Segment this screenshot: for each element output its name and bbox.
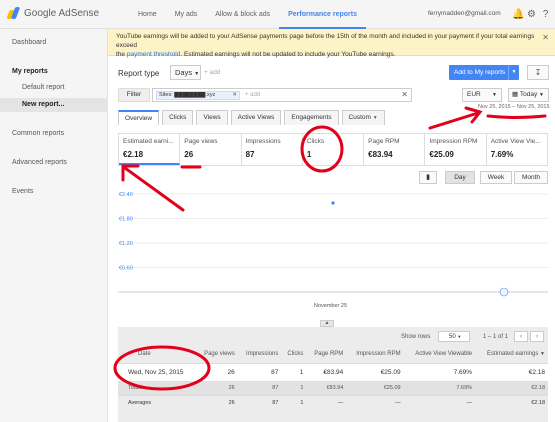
filter-input[interactable]: Sites: ████████.xyz ✕ + add ✕: [152, 88, 412, 102]
chevron-down-icon[interactable]: ▼: [508, 65, 519, 80]
data-point[interactable]: [331, 201, 335, 205]
add-dimension-link[interactable]: + add: [204, 69, 220, 76]
tab-views[interactable]: Views: [196, 110, 228, 125]
filter-add-link[interactable]: + add: [245, 92, 260, 98]
collapse-chart-icon[interactable]: ▲: [320, 320, 334, 327]
pager-text: 1 – 1 of 1: [483, 334, 509, 340]
col-estimated-earnings[interactable]: Estimated earnings ▼: [475, 346, 548, 363]
metric-scorecards: Estimated earni... €2.18 Page views 26 Imp…: [118, 133, 548, 166]
report-type-label: Report type: [118, 69, 160, 78]
x-tick-label: November 25: [314, 303, 348, 309]
nav-my-ads[interactable]: My ads: [166, 0, 207, 29]
close-icon[interactable]: ✕: [542, 33, 549, 42]
annotation-icon[interactable]: ▮: [419, 171, 437, 184]
underline-date-range: [486, 114, 547, 119]
adsense-logo-icon: [6, 7, 21, 19]
clear-filter-icon[interactable]: ✕: [401, 90, 408, 99]
sidebar-item-new-report[interactable]: New report...: [0, 98, 108, 112]
report-table: Date Page views Impressions Clicks Page …: [118, 346, 548, 411]
col-impression-rpm[interactable]: Impression RPM: [346, 346, 404, 363]
metric-tabs: Overview Clicks Views Active Views Engag…: [118, 110, 385, 125]
date-range-select[interactable]: ▦ Today ▼: [508, 88, 549, 102]
metric-active-view-viewable[interactable]: Active View Vie... 7.69%: [487, 134, 547, 165]
date-range-text: Nov 25, 2015 – Nov 25, 2015: [478, 104, 550, 110]
filter-button[interactable]: Filter: [118, 88, 150, 102]
show-rows-label: Show rows: [401, 334, 431, 340]
remove-chip-icon[interactable]: ✕: [232, 92, 237, 99]
prev-page-icon[interactable]: ‹: [514, 331, 528, 342]
granularity-week[interactable]: Week: [480, 171, 512, 184]
nav-allow-block-ads[interactable]: Allow & block ads: [206, 0, 279, 29]
col-impressions[interactable]: Impressions: [237, 346, 282, 363]
brand-name: Google AdSense: [24, 7, 100, 19]
granularity-day[interactable]: Day: [445, 171, 475, 184]
y-tick-label: €2.40: [119, 192, 133, 198]
gear-icon[interactable]: ⚙: [526, 9, 537, 20]
filter-chip-sites[interactable]: Sites: ████████.xyz ✕: [156, 91, 240, 100]
banner-line-2: the payment threshold. Estimated earning…: [116, 51, 396, 58]
nav-home[interactable]: Home: [129, 0, 166, 29]
arrow-date-head: [464, 106, 483, 124]
adsense-logo[interactable]: Google AdSense: [6, 7, 100, 19]
top-bar: Google AdSense Home My ads Allow & block…: [0, 0, 555, 29]
download-icon[interactable]: ↧: [527, 65, 549, 80]
col-date[interactable]: Date: [118, 346, 196, 363]
sidebar-item-common-reports[interactable]: Common reports: [12, 130, 64, 137]
metric-impression-rpm[interactable]: Impression RPM €25.09: [425, 134, 487, 165]
granularity-month[interactable]: Month: [514, 171, 548, 184]
sidebar-item-events[interactable]: Events: [12, 188, 33, 195]
tab-custom[interactable]: Custom ▼: [341, 110, 385, 125]
payment-threshold-link[interactable]: payment threshold: [127, 51, 180, 58]
metric-impressions[interactable]: Impressions 87: [242, 134, 303, 165]
col-page-rpm[interactable]: Page RPM: [306, 346, 347, 363]
table-row: Wed, Nov 25, 2015 26 87 1 €83.94 €25.09 …: [118, 362, 548, 381]
tab-clicks[interactable]: Clicks: [162, 110, 194, 125]
col-page-views[interactable]: Page views: [196, 346, 238, 363]
sidebar-item-dashboard[interactable]: Dashboard: [12, 39, 46, 46]
youtube-earnings-banner: YouTube earnings will be added to your A…: [108, 29, 555, 58]
metric-page-views[interactable]: Page views 26: [180, 134, 242, 165]
y-tick-label: €1.20: [119, 241, 133, 247]
sidebar-item-default-report[interactable]: Default report: [0, 81, 108, 95]
sidebar-item-my-reports[interactable]: My reports: [12, 68, 48, 75]
next-page-icon[interactable]: ›: [530, 331, 544, 342]
y-tick-label: €1.80: [119, 217, 133, 223]
calendar-icon: ▦: [512, 91, 519, 98]
account-email[interactable]: ferrymadden@gmail.com: [428, 10, 501, 17]
earnings-chart: €2.40 €1.80 €1.20 €0.60: [118, 192, 548, 297]
add-to-my-reports-button[interactable]: Add to My reports ▼: [449, 65, 519, 80]
rows-per-page-select[interactable]: 50 ▼: [438, 331, 470, 342]
period-select[interactable]: Days ▼: [170, 65, 201, 80]
tab-active-views[interactable]: Active Views: [230, 110, 282, 125]
averages-row: Averages 26 87 1 — — — €2.18: [118, 394, 548, 411]
arrow-earnings-head: [121, 164, 140, 182]
metric-estimated-earnings[interactable]: Estimated earni... €2.18: [119, 134, 181, 165]
metric-clicks[interactable]: Clicks 1: [303, 134, 365, 165]
chevron-down-icon: ▼: [539, 92, 544, 98]
help-icon[interactable]: ?: [540, 9, 551, 20]
y-tick-label: €0.60: [119, 266, 133, 272]
chevron-down-icon: ▼: [194, 71, 200, 77]
nav-performance-reports[interactable]: Performance reports: [279, 0, 366, 29]
main-nav: Home My ads Allow & block ads Performanc…: [129, 0, 366, 29]
banner-line-1: YouTube earnings will be added to your A…: [116, 33, 535, 49]
sidebar: Dashboard My reports Default report New …: [0, 29, 108, 422]
tab-overview[interactable]: Overview: [118, 110, 160, 125]
col-active-view-viewable[interactable]: Active View Viewable: [403, 346, 476, 363]
tab-engagements[interactable]: Engagements: [284, 110, 339, 125]
totals-row: Totals 26 87 1 €83.94 €25.09 7.69% €2.18: [118, 380, 548, 395]
chevron-down-icon: ▼: [492, 92, 497, 98]
chevron-down-icon: ▼: [372, 115, 378, 121]
sidebar-item-advanced-reports[interactable]: Advanced reports: [12, 159, 67, 166]
currency-select[interactable]: EUR ▼: [462, 88, 502, 102]
table-header-row: Date Page views Impressions Clicks Page …: [118, 346, 548, 363]
metric-page-rpm[interactable]: Page RPM €83.94: [364, 134, 426, 165]
arrow-date-line: [428, 111, 480, 130]
col-clicks[interactable]: Clicks: [281, 346, 307, 363]
bell-icon[interactable]: 🔔: [512, 9, 524, 20]
annotation-marker-icon[interactable]: [499, 287, 509, 297]
sort-desc-icon: ▼: [540, 351, 545, 358]
chevron-down-icon: ▼: [457, 334, 462, 339]
